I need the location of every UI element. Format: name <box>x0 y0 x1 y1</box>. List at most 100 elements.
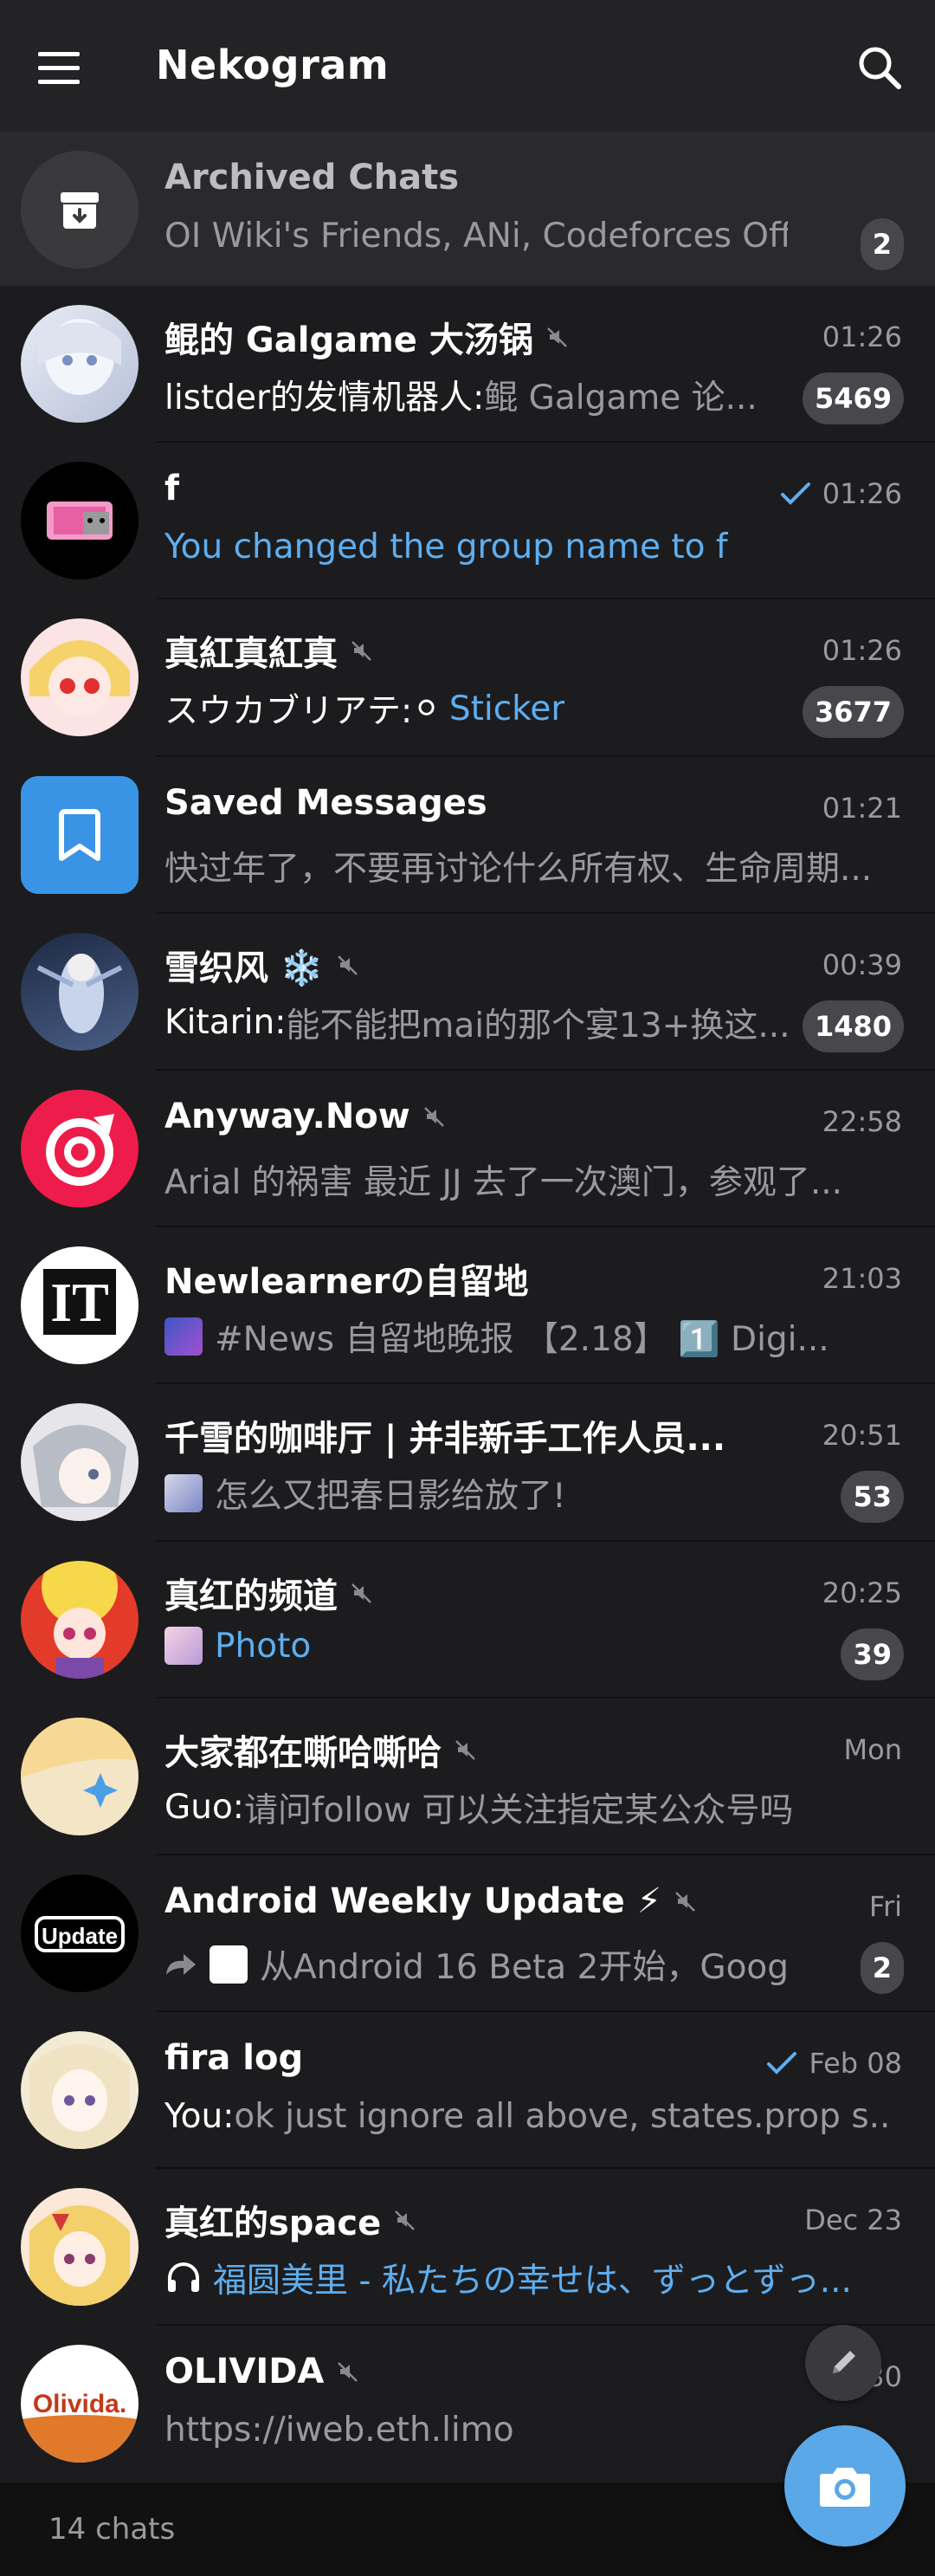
avatar <box>21 462 139 580</box>
chat-name: 真紅真紅真 <box>164 625 374 676</box>
muted-icon <box>455 1739 475 1760</box>
muted-icon <box>351 1582 371 1603</box>
read-check-icon <box>780 482 810 506</box>
chat-time: 01:26 <box>822 634 902 668</box>
unread-badge: 39 <box>841 1628 904 1680</box>
chat-preview: 福圆美里 - 私たちの幸せは、ずっとずっ... <box>164 2254 852 2302</box>
archived-chats-row[interactable]: Archived Chats OI Wiki's Friends, ANi, C… <box>0 132 935 286</box>
compose-button[interactable] <box>805 2325 881 2401</box>
chat-time: 20:51 <box>822 1419 902 1453</box>
chat-preview: You: ok just ignore all above, states.pr… <box>164 2097 892 2137</box>
chat-preview: スウカブリアテ: ⚪ Sticker <box>164 689 565 732</box>
chat-row[interactable]: Update Android Weekly Update ⚡ Fri 从Andr… <box>0 1855 935 2013</box>
chat-name: Archived Chats <box>164 158 460 197</box>
bookmark-icon <box>21 775 139 894</box>
chat-time: Fri <box>868 1889 902 1923</box>
chat-preview: #News 自留地晚报 【2.18】 1️⃣ Digi... <box>164 1312 829 1361</box>
search-icon[interactable] <box>852 40 909 97</box>
muted-icon <box>546 327 567 347</box>
chat-name: fira log <box>164 2038 304 2079</box>
headphones-icon <box>168 2262 199 2293</box>
chat-name: Anyway.Now <box>164 1097 447 1136</box>
top-app-bar: Nekogram <box>0 0 935 132</box>
chat-row[interactable]: IT Newlearnerの自留地 21:03 #News 自留地晚报 【2.1… <box>0 1227 935 1385</box>
chat-time: 20:25 <box>822 1576 902 1609</box>
chat-time: 01:26 <box>779 477 902 510</box>
media-thumbnail <box>164 1317 203 1356</box>
sticker-emoji: ⚪ <box>412 689 441 728</box>
avatar <box>21 1560 139 1679</box>
unread-badge: 2 <box>860 1941 904 1994</box>
avatar <box>21 1403 139 1522</box>
chat-name: 千雪的咖啡厅 | 并非新手工作人员... <box>164 1410 736 1460</box>
chat-row[interactable]: Saved Messages 01:21 快过年了，不要再讨论什么所有权、生命周… <box>0 757 935 914</box>
camera-button[interactable] <box>784 2425 906 2547</box>
avatar <box>21 932 139 1051</box>
chat-preview: 快过年了，不要再讨论什么所有权、生命周期... <box>164 849 873 889</box>
chat-preview: 从Android 16 Beta 2开始，Googl... <box>164 1940 788 1989</box>
chat-preview: You changed the group name to f <box>164 527 728 567</box>
unread-badge: 2 <box>860 218 904 270</box>
chat-preview: OI Wiki's Friends, ANi, Codeforces Offi.… <box>164 217 788 256</box>
avatar: Update <box>21 1874 139 1992</box>
chat-name: 真红的频道 <box>164 1568 374 1618</box>
chat-time: Mon <box>843 1732 902 1766</box>
unread-badge: 5469 <box>802 372 904 424</box>
chat-preview: Kitarin: 能不能把mai的那个宴13+换这... <box>164 1003 788 1045</box>
chat-row[interactable]: 雪织风 ❄️ 00:39 Kitarin: 能不能把mai的那个宴13+换这..… <box>0 914 935 1071</box>
muted-icon <box>395 2210 416 2231</box>
svg-text:Olivida.: Olivida. <box>33 2390 126 2418</box>
chat-list: Archived Chats OI Wiki's Friends, ANi, C… <box>0 132 935 2483</box>
media-thumbnail <box>164 1627 203 1665</box>
chat-name: Android Weekly Update ⚡ <box>164 1881 698 1921</box>
chat-name: Saved Messages <box>164 782 487 823</box>
muted-icon <box>351 641 371 662</box>
muted-icon <box>338 2362 358 2383</box>
chat-name: 雪织风 ❄️ <box>164 940 360 990</box>
chat-row[interactable]: 真红的频道 20:25 Photo 39 <box>0 1542 935 1699</box>
chat-row[interactable]: Anyway.Now 22:58 Arial 的祸害 最近 JJ 去了一次澳门，… <box>0 1071 935 1228</box>
chat-row[interactable]: f 01:26 You changed the group name to f <box>0 443 935 600</box>
svg-text:IT: IT <box>50 1272 109 1333</box>
chat-name: f <box>164 469 180 509</box>
media-thumbnail <box>164 1474 203 1513</box>
chat-preview: Arial 的祸害 最近 JJ 去了一次澳门，参观了... <box>164 1162 843 1202</box>
chat-row[interactable]: 鲲的 Galgame 大汤锅 01:26 listder的发情机器人: 鲲 Ga… <box>0 286 935 443</box>
avatar <box>21 2188 139 2307</box>
avatar <box>21 2031 139 2150</box>
archive-icon <box>21 151 139 269</box>
chat-name: Newlearnerの自留地 <box>164 1262 529 1303</box>
chat-row[interactable]: fira log Feb 08 You: ok just ignore all … <box>0 2012 935 2170</box>
forward-icon <box>166 1953 196 1975</box>
media-thumbnail <box>210 1945 248 1984</box>
chat-time: 22:58 <box>822 1104 902 1138</box>
avatar <box>21 1089 139 1207</box>
avatar <box>21 305 139 423</box>
unread-badge: 1480 <box>802 1000 904 1052</box>
chat-row[interactable]: 真红的space Dec 23 福圆美里 - 私たちの幸せは、ずっとずっ... <box>0 2169 935 2327</box>
chat-preview: Photo <box>164 1627 311 1666</box>
pencil-icon <box>833 2351 855 2373</box>
chat-name: 大家都在嘶哈嘶哈 <box>164 1725 478 1775</box>
chat-row[interactable]: 千雪的咖啡厅 | 并非新手工作人员... 20:51 怎么又把春日影给放了! 5… <box>0 1384 935 1542</box>
chat-name: 鲲的 Galgame 大汤锅 <box>164 312 570 362</box>
chat-preview: https://iweb.eth.limo <box>164 2411 514 2450</box>
chat-preview: Guo: 请问follow 可以关注指定某公众号吗 <box>164 1788 794 1830</box>
chat-row[interactable]: 大家都在嘶哈嘶哈 Mon Guo: 请问follow 可以关注指定某公众号吗 <box>0 1699 935 1855</box>
app-title: Nekogram <box>156 42 390 88</box>
chat-time: 00:39 <box>822 948 902 981</box>
chat-count: 14 chats <box>48 2512 176 2547</box>
chat-name: 真红的space <box>164 2195 417 2245</box>
avatar <box>21 618 139 737</box>
muted-icon <box>674 1891 695 1912</box>
chat-time: 01:21 <box>822 791 902 825</box>
chat-time: 21:03 <box>822 1262 902 1296</box>
chat-row[interactable]: 真紅真紅真 01:26 スウカブリアテ: ⚪ Sticker 3677 <box>0 599 935 757</box>
unread-badge: 3677 <box>802 686 904 739</box>
chat-preview: listder的发情机器人: 鲲 Galgame 论... <box>164 379 758 417</box>
chat-name: OLIVIDA <box>164 2352 360 2392</box>
read-check-icon <box>767 2052 797 2074</box>
menu-icon[interactable] <box>26 40 92 97</box>
chat-time: Dec 23 <box>804 2204 902 2237</box>
avatar <box>21 1717 139 1835</box>
